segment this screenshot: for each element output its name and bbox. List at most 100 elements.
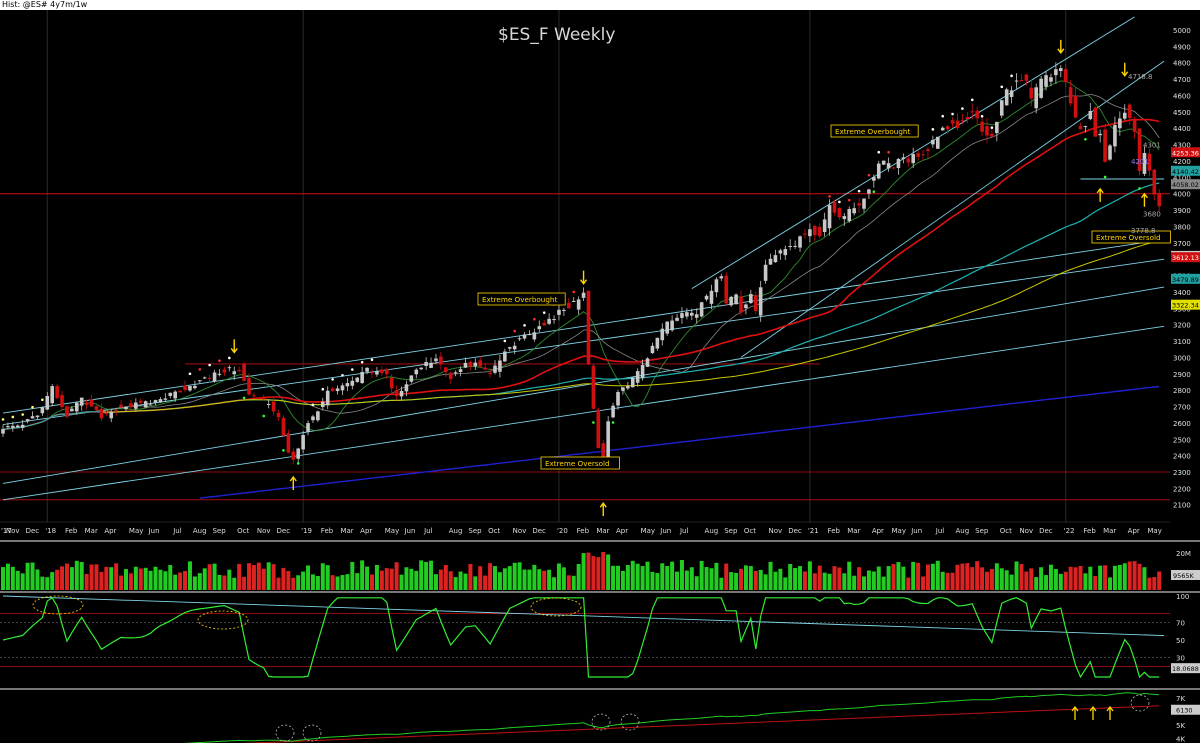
candle-body bbox=[985, 126, 989, 136]
volume-bar bbox=[734, 572, 739, 590]
candle-body bbox=[1044, 75, 1048, 87]
candle-body bbox=[89, 399, 94, 407]
price-tick-2200: 2200 bbox=[1173, 485, 1191, 493]
candle-body bbox=[822, 219, 827, 232]
date-tick-Oct: Oct bbox=[488, 527, 500, 535]
volume-bar bbox=[20, 573, 25, 590]
candle-body bbox=[507, 347, 512, 349]
price-label-3479.89: 3479.89 bbox=[1172, 276, 1199, 284]
candle-body bbox=[242, 363, 246, 381]
volume-bar bbox=[360, 560, 365, 590]
volume-bar bbox=[675, 571, 680, 590]
extreme-overbought-label-1: Extreme Overbought bbox=[482, 295, 557, 304]
volume-bar bbox=[980, 567, 985, 590]
candle-body bbox=[778, 250, 783, 254]
volume-bar bbox=[832, 566, 837, 590]
candle-body bbox=[1034, 87, 1038, 109]
candle-body bbox=[301, 435, 305, 450]
volume-bar bbox=[827, 573, 832, 590]
candle-body bbox=[832, 201, 837, 213]
candle-body bbox=[532, 332, 537, 340]
volume-bar bbox=[556, 563, 561, 590]
price-tick-3200: 3200 bbox=[1173, 322, 1191, 330]
candle-body bbox=[1019, 80, 1024, 82]
date-tick-'19: '19 bbox=[301, 527, 312, 535]
candle-body bbox=[370, 372, 374, 374]
volume-bar bbox=[655, 573, 660, 590]
candle-body bbox=[207, 377, 212, 379]
volume-bar bbox=[468, 563, 473, 590]
top-arrow-marker bbox=[1121, 62, 1129, 77]
volume-bar bbox=[379, 570, 384, 590]
candle-body bbox=[104, 412, 109, 414]
candle-body bbox=[296, 448, 300, 459]
volume-bar bbox=[99, 571, 104, 590]
overbought-dot bbox=[21, 413, 24, 416]
volume-bar bbox=[483, 575, 488, 590]
price-tick-3700: 3700 bbox=[1173, 240, 1191, 248]
candle-body bbox=[990, 133, 994, 137]
volume-bar bbox=[852, 575, 857, 590]
overbought-dot bbox=[41, 398, 44, 402]
candle-body bbox=[690, 312, 694, 316]
volume-bar bbox=[350, 561, 355, 590]
volume-bar bbox=[793, 568, 798, 590]
breadth-ma-line bbox=[241, 705, 1160, 743]
volume-bar bbox=[576, 563, 581, 590]
candle-body bbox=[640, 364, 645, 379]
volume-bar bbox=[881, 576, 886, 590]
volume-bar bbox=[935, 560, 940, 590]
volume-bar bbox=[763, 574, 768, 590]
overbought-dot bbox=[980, 114, 984, 118]
volume-bar bbox=[148, 570, 153, 590]
volume-bar bbox=[365, 566, 370, 590]
candle-body bbox=[650, 345, 655, 354]
volume-bar bbox=[1034, 577, 1039, 590]
candle-body bbox=[84, 402, 89, 405]
candle-body bbox=[936, 136, 940, 149]
overbought-dot bbox=[533, 317, 536, 321]
volume-bar bbox=[104, 566, 109, 590]
volume-bar bbox=[40, 576, 45, 590]
fib-label-3680: 3680 bbox=[1143, 210, 1161, 218]
candle-body bbox=[119, 404, 123, 408]
overbought-dot bbox=[351, 368, 354, 371]
price-tick-4700: 4700 bbox=[1173, 76, 1191, 84]
candle-body bbox=[173, 391, 177, 399]
date-tick-Jun: Jun bbox=[910, 527, 922, 535]
candle-body bbox=[1127, 104, 1132, 119]
candle-body bbox=[1014, 80, 1019, 82]
volume-bar bbox=[197, 573, 202, 590]
date-tick-Oct: Oct bbox=[237, 527, 249, 535]
volume-bar bbox=[704, 567, 709, 590]
candle-body bbox=[20, 424, 25, 428]
volume-bar bbox=[271, 564, 276, 590]
volume-bar bbox=[384, 568, 389, 590]
candle-body bbox=[498, 360, 502, 372]
date-tick-Mar: Mar bbox=[85, 527, 98, 535]
candle-body bbox=[129, 403, 133, 407]
volume-bar bbox=[748, 566, 753, 590]
candle-body bbox=[798, 236, 802, 248]
volume-bar bbox=[202, 568, 207, 590]
candle-body bbox=[1113, 125, 1117, 147]
date-tick-Dec: Dec bbox=[788, 527, 802, 535]
candle-body bbox=[926, 149, 930, 152]
candle-body bbox=[99, 408, 104, 419]
candle-body bbox=[881, 160, 886, 165]
candle-body bbox=[813, 225, 817, 236]
candle-body bbox=[488, 372, 492, 375]
volume-bar bbox=[5, 563, 10, 590]
volume-bar bbox=[1068, 566, 1073, 590]
volume-bar bbox=[709, 568, 714, 590]
volume-bar bbox=[301, 571, 306, 590]
volume-bar bbox=[163, 571, 168, 590]
top-arrow-marker bbox=[230, 339, 238, 354]
volume-bar bbox=[399, 574, 404, 590]
candle-body bbox=[414, 369, 419, 375]
oversold-dot bbox=[1138, 187, 1141, 190]
overbought-dot bbox=[828, 195, 831, 198]
volume-bar bbox=[138, 568, 143, 590]
breadth-highlight-ellipse bbox=[1130, 694, 1150, 712]
candle-body bbox=[1068, 87, 1073, 104]
